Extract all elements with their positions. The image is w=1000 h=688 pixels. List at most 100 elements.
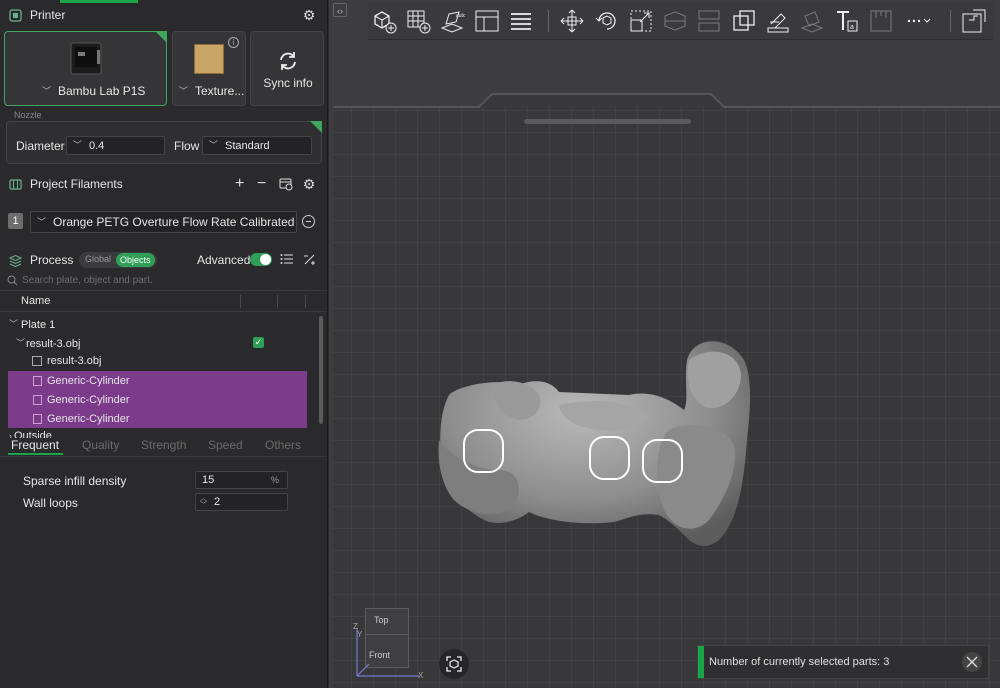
filament-settings-gear-icon[interactable]: ⚙ — [302, 177, 316, 191]
modifier-name: Generic-Cylinder — [47, 412, 130, 425]
toolbar-separator — [949, 9, 951, 32]
tabs-divider — [0, 456, 327, 457]
filaments-section-header: Project Filaments + − ⚙ — [0, 170, 327, 198]
split-icon[interactable] — [694, 5, 725, 37]
tab-frequent[interactable]: Frequent — [11, 438, 59, 452]
modifier-icon — [33, 375, 42, 386]
flow-select[interactable]: ﹀ Standard — [202, 136, 312, 155]
svg-text:auto: auto — [456, 13, 465, 19]
filament-icon — [8, 177, 22, 191]
global-toggle-option[interactable]: Global — [85, 254, 111, 264]
axis-x-label: X — [418, 671, 424, 680]
advanced-toggle[interactable] — [250, 253, 272, 266]
reset-view-button[interactable] — [439, 649, 469, 679]
printer-thumbnail — [68, 42, 104, 76]
tree-row-plate[interactable]: ﹀ Plate 1 — [9, 318, 55, 331]
chevron-down-icon[interactable]: ﹀ — [9, 317, 19, 330]
plate-type-card[interactable]: i ﹀ Texture... — [172, 31, 246, 106]
seam-paint-icon[interactable] — [797, 5, 828, 37]
diameter-label: Diameter — [16, 139, 65, 153]
arrange-grid-icon[interactable] — [402, 5, 433, 37]
wall-loops-stepper[interactable]: ︿ ﹀ 2 — [195, 493, 288, 511]
more-icon[interactable] — [900, 5, 939, 37]
flow-label: Flow — [174, 139, 200, 153]
support-paint-icon[interactable] — [762, 5, 793, 37]
add-filament-icon[interactable]: + — [235, 175, 244, 193]
tree-row-modifier[interactable]: Generic-Cylinder — [8, 390, 307, 409]
tree-row-modifier[interactable]: Generic-Cylinder — [8, 409, 307, 428]
move-icon[interactable] — [557, 5, 588, 37]
chevron-down-icon[interactable]: ﹀ — [16, 336, 26, 349]
printer-section-header: Printer ⚙ — [0, 1, 327, 29]
tab-others[interactable]: Others — [265, 438, 301, 452]
assembly-icon[interactable] — [959, 5, 990, 37]
sync-info-button[interactable]: Sync info — [250, 31, 324, 106]
chevron-down-icon: ﹀ — [42, 85, 52, 96]
modifier-name: Generic-Cylinder — [47, 374, 130, 387]
cut-icon[interactable] — [659, 5, 690, 37]
remove-filament-item-icon[interactable] — [302, 215, 315, 228]
scale-icon[interactable] — [625, 5, 656, 37]
filaments-section-title: Project Filaments — [30, 177, 123, 191]
plate-type-dropdown[interactable]: ﹀ Texture... — [179, 84, 244, 98]
axis-gizmo — [356, 628, 419, 677]
tree-scrollbar[interactable] — [319, 316, 323, 424]
search-placeholder: Search plate, object and part. — [22, 275, 153, 286]
search-icon — [7, 275, 18, 289]
infill-unit: % — [270, 475, 279, 485]
tree-row-part[interactable]: result-3.obj — [32, 355, 101, 367]
measure-icon[interactable] — [865, 5, 896, 37]
diameter-select[interactable]: ﹀ 0.4 — [66, 136, 165, 155]
flow-value: Standard — [225, 139, 270, 152]
tree-row-outside[interactable]: › Outside — [9, 430, 52, 438]
remove-filament-icon[interactable]: − — [257, 175, 266, 193]
printer-name: Bambu Lab P1S — [58, 84, 146, 98]
plate-grid — [333, 107, 1000, 688]
chevron-down-icon: ﹀ — [37, 216, 47, 227]
split-layout-icon[interactable] — [471, 5, 502, 37]
object-printable-checkbox[interactable]: ✓ — [253, 337, 264, 348]
close-icon — [966, 656, 978, 668]
compare-settings-icon[interactable] — [303, 253, 316, 269]
filament-library-icon[interactable] — [279, 177, 293, 194]
toolbar-separator — [547, 9, 549, 32]
advanced-label: Advanced — [197, 253, 251, 267]
close-toast-button[interactable] — [962, 652, 982, 672]
name-column-header[interactable]: Name — [21, 295, 50, 307]
selection-toast: Number of currently selected parts: 3 — [697, 645, 989, 679]
rotate-icon[interactable] — [591, 5, 622, 37]
filament-index-badge: 1 — [8, 213, 23, 229]
printer-settings-gear-icon[interactable]: ⚙ — [302, 8, 316, 22]
boolean-icon[interactable] — [728, 5, 759, 37]
info-icon[interactable]: i — [228, 37, 239, 48]
add-cube-icon[interactable] — [368, 5, 399, 37]
plate-handle — [524, 119, 691, 124]
tab-quality[interactable]: Quality — [82, 438, 119, 452]
infill-density-input[interactable]: 15 % — [195, 471, 288, 489]
plate-texture-thumbnail — [194, 44, 224, 74]
tree-row-modifier[interactable]: Generic-Cylinder — [8, 371, 307, 390]
axis-y-label: Y — [357, 630, 363, 639]
text-icon[interactable]: a — [831, 5, 862, 37]
tab-strength[interactable]: Strength — [141, 438, 186, 452]
printer-card[interactable]: ﹀ Bambu Lab P1S — [4, 31, 167, 106]
tab-speed[interactable]: Speed — [208, 438, 243, 452]
modifier-name: Generic-Cylinder — [47, 393, 130, 406]
objects-toggle-option[interactable]: Objects — [116, 253, 155, 267]
list-view-icon[interactable] — [280, 253, 293, 268]
list-layout-icon[interactable] — [505, 5, 536, 37]
3d-viewport[interactable]: ‹› Top Front Z Y X Number of currently s… — [329, 0, 1000, 688]
auto-orient-icon[interactable]: auto — [437, 5, 468, 37]
collapse-sidebar-icon[interactable]: ‹› — [333, 3, 347, 17]
left-sidebar: Printer ⚙ ﹀ Bambu Lab P1S i ﹀ Texture...… — [0, 0, 328, 688]
printer-dropdown[interactable]: ﹀ Bambu Lab P1S — [42, 84, 145, 98]
stepper-arrows-icon[interactable]: ︿ ﹀ — [199, 495, 208, 509]
object-search-bar[interactable]: Search plate, object and part. — [0, 272, 327, 290]
selected-corner-badge — [155, 31, 167, 43]
object-name: result-3.obj — [26, 338, 81, 350]
tree-row-object[interactable]: ﹀result-3.obj — [16, 337, 80, 350]
outside-label: Outside — [14, 430, 52, 438]
filament-select[interactable]: ﹀ Orange PETG Overture Flow Rate Calibra… — [30, 211, 297, 233]
svg-text:a: a — [850, 24, 854, 31]
global-objects-toggle: Global Objects — [79, 252, 157, 268]
